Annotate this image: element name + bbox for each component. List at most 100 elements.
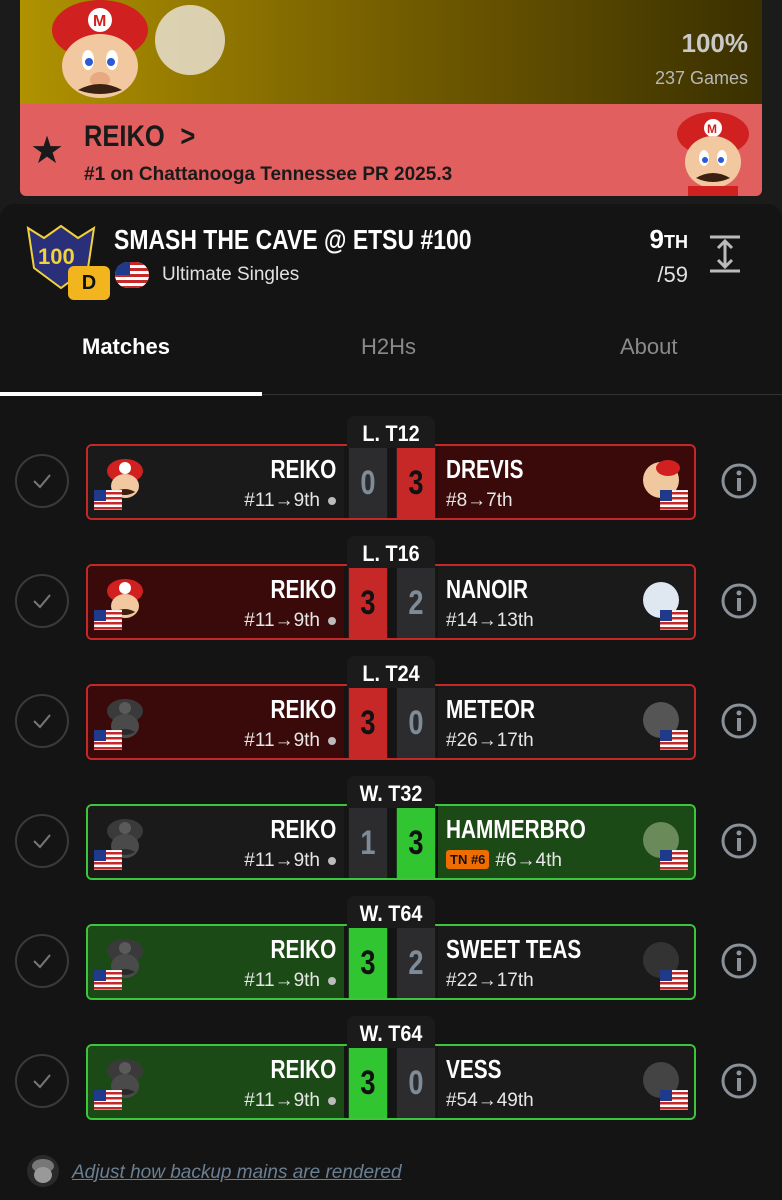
check-icon[interactable] bbox=[15, 814, 69, 868]
expand-icon[interactable] bbox=[708, 234, 742, 274]
us-flag-icon bbox=[659, 849, 689, 871]
player-one-side: REIKO #11→9th bbox=[88, 806, 344, 878]
active-tab-indicator bbox=[0, 392, 262, 396]
player-two-side: VESS #54→49th bbox=[438, 1046, 694, 1118]
match-row[interactable]: REIKO #11→9th 3 2 SWEET TEAS #22→17th W.… bbox=[0, 896, 782, 1020]
us-flag-icon bbox=[93, 729, 123, 751]
backup-mains-link[interactable]: Adjust how backup mains are rendered bbox=[72, 1162, 402, 1184]
player-two-side: NANOIR #14→13th bbox=[438, 566, 694, 638]
player-two-side: METEOR #26→17th bbox=[438, 686, 694, 758]
player-one-name: REIKO bbox=[270, 1054, 336, 1084]
us-flag-icon bbox=[93, 849, 123, 871]
tab-about[interactable]: About bbox=[620, 334, 678, 360]
check-icon[interactable] bbox=[15, 694, 69, 748]
event-title[interactable]: SMASH THE CAVE @ ETSU #100 bbox=[114, 224, 472, 256]
player-two-name: SWEET TEAS bbox=[446, 934, 582, 964]
player-one-score: 3 bbox=[348, 1046, 388, 1118]
check-icon[interactable] bbox=[15, 934, 69, 988]
round-label: L. T16 bbox=[346, 536, 436, 568]
round-label: L. T24 bbox=[346, 656, 436, 688]
tab-matches[interactable]: Matches bbox=[82, 334, 170, 360]
info-icon[interactable] bbox=[720, 942, 758, 980]
match-row[interactable]: REIKO #11→9th 3 2 NANOIR #14→13th L. T16 bbox=[0, 536, 782, 660]
us-flag-icon bbox=[659, 969, 689, 991]
check-icon[interactable] bbox=[15, 1054, 69, 1108]
player-one-seed: #11→9th bbox=[244, 1090, 336, 1112]
match-row[interactable]: REIKO #11→9th 0 3 DREVIS #8→7th L. T12 bbox=[0, 416, 782, 540]
player-two-side: SWEET TEAS #22→17th bbox=[438, 926, 694, 998]
player-one-side: REIKO #11→9th bbox=[88, 446, 344, 518]
character-usage-banner: M 100% 237 Games bbox=[20, 0, 762, 104]
player-one-name: REIKO bbox=[270, 934, 336, 964]
player-two-score: 3 bbox=[396, 806, 436, 878]
player-one-seed-text: #11→9th bbox=[244, 970, 320, 991]
tab-h2hs[interactable]: H2Hs bbox=[361, 334, 416, 360]
round-label: L. T12 bbox=[346, 416, 436, 448]
match-card[interactable]: REIKO #11→9th 3 0 METEOR #26→17th bbox=[86, 684, 696, 760]
match-card[interactable]: REIKO #11→9th 0 3 DREVIS #8→7th bbox=[86, 444, 696, 520]
match-row[interactable]: REIKO #11→9th 1 3 HAMMERBRO TN #6 #6→4th … bbox=[0, 776, 782, 900]
tier-badge: D bbox=[68, 266, 110, 300]
player-one-seed: #11→9th bbox=[244, 850, 336, 872]
footer: Adjust how backup mains are rendered bbox=[26, 1154, 746, 1194]
round-label: W. T64 bbox=[346, 896, 436, 928]
svg-text:M: M bbox=[707, 122, 717, 136]
status-dot bbox=[328, 1096, 336, 1105]
player-one-side: REIKO #11→9th bbox=[88, 566, 344, 638]
match-row[interactable]: REIKO #11→9th 3 0 VESS #54→49th W. T64 bbox=[0, 1016, 782, 1140]
player-one-seed: #11→9th bbox=[244, 730, 336, 752]
mario-avatar-icon: M bbox=[677, 112, 749, 196]
check-icon[interactable] bbox=[15, 574, 69, 628]
fist-graphic bbox=[155, 5, 225, 75]
us-flag-icon bbox=[93, 489, 123, 511]
info-icon[interactable] bbox=[720, 702, 758, 740]
player-one-score: 1 bbox=[348, 806, 388, 878]
player-two-seed: #22→17th bbox=[446, 970, 534, 992]
player-one-seed: #11→9th bbox=[244, 970, 336, 992]
match-row[interactable]: REIKO #11→9th 3 0 METEOR #26→17th L. T24 bbox=[0, 656, 782, 780]
player-one-side: REIKO #11→9th bbox=[88, 686, 344, 758]
player-two-name: HAMMERBRO bbox=[446, 814, 586, 844]
star-icon[interactable]: ★ bbox=[30, 132, 64, 170]
pr-rank-badge: TN #6 bbox=[446, 850, 490, 869]
svg-text:M: M bbox=[93, 13, 106, 30]
event-type: Ultimate Singles bbox=[162, 264, 300, 285]
player-two-side: HAMMERBRO TN #6 #6→4th bbox=[438, 806, 694, 878]
player-one-score: 3 bbox=[348, 926, 388, 998]
player-two-seed: #14→13th bbox=[446, 610, 534, 632]
us-flag-icon bbox=[659, 1089, 689, 1111]
player-two-seed-text: #6→4th bbox=[495, 850, 562, 871]
player-one-seed: #11→9th bbox=[244, 610, 336, 632]
info-icon[interactable] bbox=[720, 1062, 758, 1100]
player-two-seed: TN #6 #6→4th bbox=[446, 850, 562, 872]
us-flag-icon bbox=[659, 489, 689, 511]
player-banner[interactable]: ★ REIKO > #1 on Chattanooga Tennessee PR… bbox=[20, 104, 762, 196]
player-name-link[interactable]: REIKO > bbox=[84, 120, 195, 154]
round-label: W. T64 bbox=[346, 1016, 436, 1048]
match-card[interactable]: REIKO #11→9th 3 2 NANOIR #14→13th bbox=[86, 564, 696, 640]
player-one-side: REIKO #11→9th bbox=[88, 1046, 344, 1118]
player-one-score: 3 bbox=[348, 566, 388, 638]
info-icon[interactable] bbox=[720, 822, 758, 860]
mario-portrait-icon: M bbox=[52, 0, 148, 98]
player-two-score: 2 bbox=[396, 926, 436, 998]
player-two-seed: #54→49th bbox=[446, 1090, 534, 1112]
player-one-seed-text: #11→9th bbox=[244, 850, 320, 871]
player-one-score: 0 bbox=[348, 446, 388, 518]
info-icon[interactable] bbox=[720, 462, 758, 500]
player-one-seed: #11→9th bbox=[244, 490, 336, 512]
match-card[interactable]: REIKO #11→9th 3 0 VESS #54→49th bbox=[86, 1044, 696, 1120]
player-pr-rank: #1 on Chattanooga Tennessee PR 2025.3 bbox=[84, 164, 453, 185]
match-card[interactable]: REIKO #11→9th 3 2 SWEET TEAS #22→17th bbox=[86, 924, 696, 1000]
chevron-right-icon: > bbox=[180, 120, 196, 153]
match-card[interactable]: REIKO #11→9th 1 3 HAMMERBRO TN #6 #6→4th bbox=[86, 804, 696, 880]
player-two-seed-text: #22→17th bbox=[446, 970, 534, 991]
status-dot bbox=[328, 616, 336, 625]
round-label: W. T32 bbox=[346, 776, 436, 808]
placing-number: 9 bbox=[649, 224, 664, 254]
check-icon[interactable] bbox=[15, 454, 69, 508]
player-two-seed: #8→7th bbox=[446, 490, 513, 512]
player-two-name: METEOR bbox=[446, 694, 535, 724]
player-two-seed: #26→17th bbox=[446, 730, 534, 752]
info-icon[interactable] bbox=[720, 582, 758, 620]
